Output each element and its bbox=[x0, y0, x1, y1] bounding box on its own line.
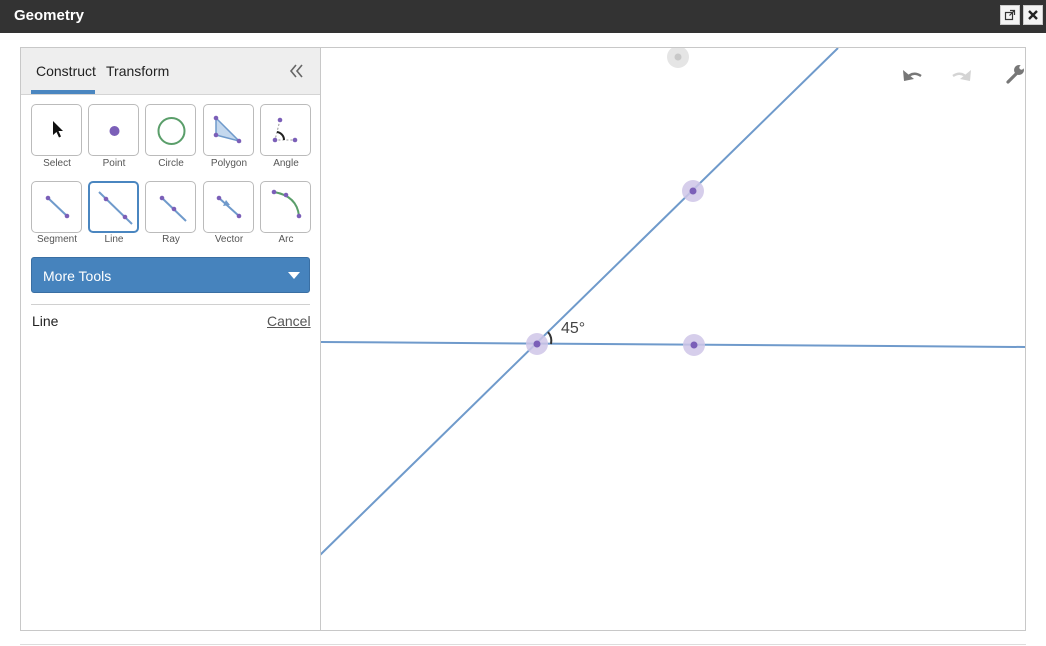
line-diagonal bbox=[318, 47, 839, 557]
canvas-svg: 45° bbox=[318, 46, 1026, 557]
tool-angle-label: Angle bbox=[273, 158, 299, 169]
active-tool-name: Line bbox=[32, 313, 59, 329]
horizontal-point bbox=[690, 341, 698, 349]
close-button[interactable] bbox=[1023, 5, 1043, 25]
bottom-divider bbox=[20, 644, 1026, 645]
angle-label: 45° bbox=[561, 320, 585, 337]
window-title: Geometry bbox=[14, 7, 85, 24]
vector-icon bbox=[216, 195, 242, 219]
cancel-link[interactable]: Cancel bbox=[267, 313, 311, 329]
tool-circle-label: Circle bbox=[158, 158, 184, 169]
tab-construct[interactable]: Construct bbox=[36, 63, 96, 79]
tool-polygon[interactable] bbox=[203, 104, 254, 156]
tool-segment[interactable] bbox=[31, 181, 82, 233]
tool-ray[interactable] bbox=[145, 181, 196, 233]
more-tools-label: More Tools bbox=[43, 268, 112, 284]
faded-point bbox=[674, 53, 682, 61]
segment-icon bbox=[45, 195, 70, 219]
geometry-app: Construct Transform Select Point Circle … bbox=[20, 46, 1026, 631]
wrench-icon[interactable] bbox=[1006, 65, 1024, 84]
tool-arc-label: Arc bbox=[278, 234, 294, 245]
circle-icon bbox=[157, 117, 186, 145]
tool-line[interactable] bbox=[88, 181, 139, 233]
cursor-icon bbox=[53, 121, 63, 138]
more-tools-button[interactable]: More Tools bbox=[31, 257, 310, 293]
angle-icon bbox=[272, 117, 298, 143]
undo-icon[interactable] bbox=[903, 70, 922, 81]
angle-arc bbox=[547, 331, 553, 345]
tool-polygon-label: Polygon bbox=[210, 158, 248, 169]
redo-icon[interactable] bbox=[952, 70, 971, 81]
external-link-icon bbox=[1004, 9, 1016, 21]
tool-line-label: Line bbox=[104, 234, 124, 245]
tool-angle[interactable] bbox=[260, 104, 311, 156]
popout-button[interactable] bbox=[1000, 5, 1020, 25]
line-horizontal bbox=[320, 341, 1026, 348]
active-tab-indicator bbox=[31, 90, 95, 94]
tool-circle[interactable] bbox=[145, 104, 196, 156]
tool-ray-label: Ray bbox=[162, 234, 180, 245]
tool-select-label: Select bbox=[43, 158, 71, 169]
point-icon bbox=[109, 126, 120, 136]
tool-panel: Construct Transform Select Point Circle … bbox=[21, 48, 321, 630]
tool-point[interactable] bbox=[88, 104, 139, 156]
ray-icon bbox=[159, 195, 187, 222]
arc-icon bbox=[271, 189, 302, 219]
collapse-panel-button[interactable] bbox=[287, 61, 307, 81]
tool-point-label: Point bbox=[102, 158, 126, 169]
tool-segment-label: Segment bbox=[36, 234, 78, 245]
polygon-icon bbox=[213, 115, 242, 144]
tool-select[interactable] bbox=[31, 104, 82, 156]
close-icon bbox=[1028, 10, 1038, 20]
geometry-canvas[interactable]: 45° bbox=[318, 46, 1026, 630]
window-titlebar: Geometry bbox=[0, 0, 1046, 33]
tool-arc[interactable] bbox=[260, 181, 311, 233]
tab-bar: Construct Transform bbox=[21, 48, 320, 95]
vertex-point bbox=[533, 340, 541, 348]
diagonal-point bbox=[689, 187, 697, 195]
double-chevron-left-icon bbox=[289, 64, 303, 78]
tool-vector[interactable] bbox=[203, 181, 254, 233]
tab-transform[interactable]: Transform bbox=[106, 63, 169, 79]
caret-down-icon bbox=[288, 272, 300, 279]
line-icon bbox=[98, 191, 133, 225]
tool-vector-label: Vector bbox=[214, 234, 244, 245]
divider bbox=[31, 304, 310, 305]
